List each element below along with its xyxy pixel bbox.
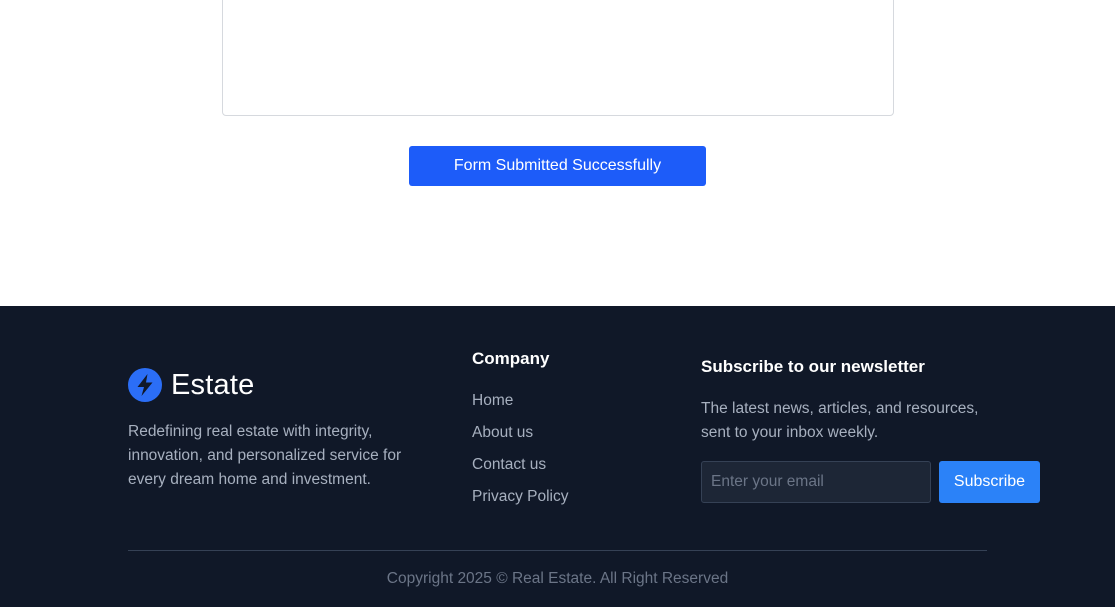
brand-description: Redefining real estate with integrity, i… [128, 423, 402, 488]
footer-link-privacy[interactable]: Privacy Policy [472, 488, 568, 505]
brand-name: Estate [171, 368, 255, 401]
company-heading: Company [472, 349, 550, 368]
email-input[interactable] [701, 461, 931, 503]
footer-link-home[interactable]: Home [472, 392, 513, 409]
subscribe-button[interactable]: Subscribe [939, 461, 1040, 503]
footer-link-contact[interactable]: Contact us [472, 456, 546, 473]
copyright-text: Copyright 2025 © Real Estate. All Right … [386, 570, 729, 587]
site-footer: Estate Redefining real estate with integ… [0, 306, 1115, 607]
lightning-bolt-icon [128, 368, 162, 402]
newsletter-heading: Subscribe to our newsletter [701, 357, 925, 376]
footer-link-about[interactable]: About us [472, 424, 533, 441]
footer-brand[interactable]: Estate [128, 368, 254, 402]
submit-button[interactable]: Form Submitted Successfully [409, 146, 706, 186]
form-section: Form Submitted Successfully [0, 0, 1115, 306]
company-links: Home About us Contact us Privacy Policy [472, 392, 568, 520]
newsletter-description: The latest news, articles, and resources… [701, 400, 979, 441]
footer-divider [128, 550, 987, 551]
message-textarea[interactable] [222, 0, 894, 116]
